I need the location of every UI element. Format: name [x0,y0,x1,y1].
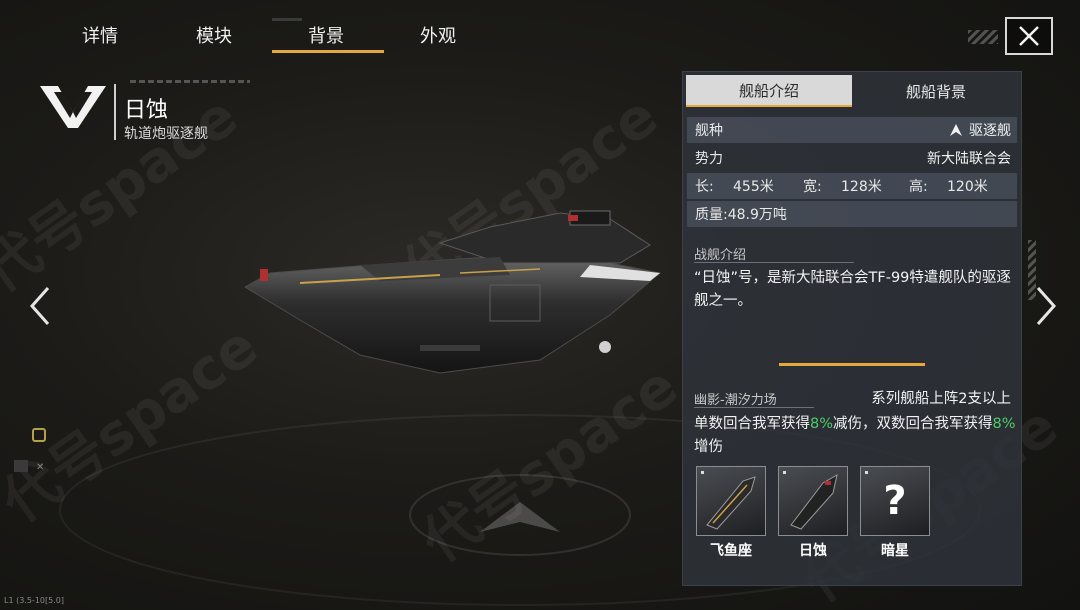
dimensions-row: 长: 455米 宽: 128米 高: 120米 [687,173,1017,199]
ship-type-label: 舰种 [695,123,723,139]
active-tab-indicator [272,50,384,53]
ship-name: 日蚀 [124,98,169,123]
skill-text: 减伤，双数回合我军获得 [833,416,993,432]
length-label: 长: [695,179,714,195]
skill-title: 幽影-潮汐力场 [694,393,777,408]
ship-type-value: 驱逐舰 [949,120,1011,140]
ship-type-row: 舰种 驱逐舰 [687,117,1017,143]
tab-appearance[interactable]: 外观 [420,22,456,48]
decor-stripes [968,30,998,44]
corner-dot [701,471,704,474]
tab-details[interactable]: 详情 [82,22,118,48]
status-icon [14,460,28,472]
debug-text: L1 (3.5-10[5.0] [4,596,64,605]
destroyer-icon [950,124,962,136]
top-nav: 详情 模块 背景 外观 [0,0,1080,60]
ship-thumb-icon [706,476,756,530]
name-divider [114,84,116,140]
length-value: 455米 [733,179,774,195]
tab-deco [272,18,302,21]
tab-modules[interactable]: 模块 [196,22,232,48]
width-value: 128米 [841,179,882,195]
skill-text: 增伤 [694,439,723,455]
faction-label: 势力 [695,151,723,167]
ship-model [244,210,662,374]
tab-ship-intro[interactable]: 舰船介绍 [686,75,852,107]
skill-description: 单数回合我军获得8%减伤，双数回合我军获得8%增伤 [694,413,1016,459]
ship-thumb-icon [790,474,838,530]
prev-ship-arrow-icon[interactable] [26,284,56,328]
tab-ship-background[interactable]: 舰船背景 [853,75,1019,107]
skill-condition: 系列舰船上阵2支以上 [871,391,1011,407]
close-icon [1019,26,1039,46]
height-value: 120米 [947,179,988,195]
faction-row: 势力 新大陆联合会 [687,145,1017,171]
series-card-rishi[interactable] [778,466,848,536]
panel-decor [1028,240,1036,300]
series-card-label: 日蚀 [799,543,827,559]
intro-section-title: 战舰介绍 [694,248,747,263]
series-card-label: 暗星 [881,543,909,559]
section-divider [694,262,854,263]
corner-dot [783,471,786,474]
skill-text: 单数回合我军获得 [694,416,810,432]
close-button[interactable] [1005,17,1053,55]
info-panel: 舰船介绍 舰船背景 舰种 驱逐舰 势力 新大陆联合会 长: 455米 宽: 12… [682,71,1022,586]
decor-dashes [130,80,250,83]
mass-row: 质量:48.9万吨 [687,201,1017,227]
section-divider [694,407,814,408]
unknown-question-icon: ? [883,478,907,524]
height-label: 高: [909,179,928,195]
series-card-label: 飞鱼座 [710,543,752,559]
skill-percent: 8% [810,416,834,432]
series-card-feiyuzuo[interactable] [696,466,766,536]
ship-type-text: 驱逐舰 [969,123,1011,139]
tab-background[interactable]: 背景 [308,22,344,48]
mass-value: 质量:48.9万吨 [695,207,787,223]
close-small-icon: ✕ [36,462,45,473]
corner-dot [865,471,868,474]
faction-value: 新大陆联合会 [927,151,1011,167]
faction-logo [40,84,106,134]
width-label: 宽: [803,179,822,195]
section-separator [779,363,925,366]
ship-class: 轨道炮驱逐舰 [124,126,208,142]
series-card-anxing[interactable]: ? [860,466,930,536]
ship-intro-text: “日蚀”号，是新大陆联合会TF-99特遣舰队的驱逐舰之一。 [694,270,1011,309]
status-icon [32,428,46,442]
skill-percent: 8% [992,416,1016,432]
